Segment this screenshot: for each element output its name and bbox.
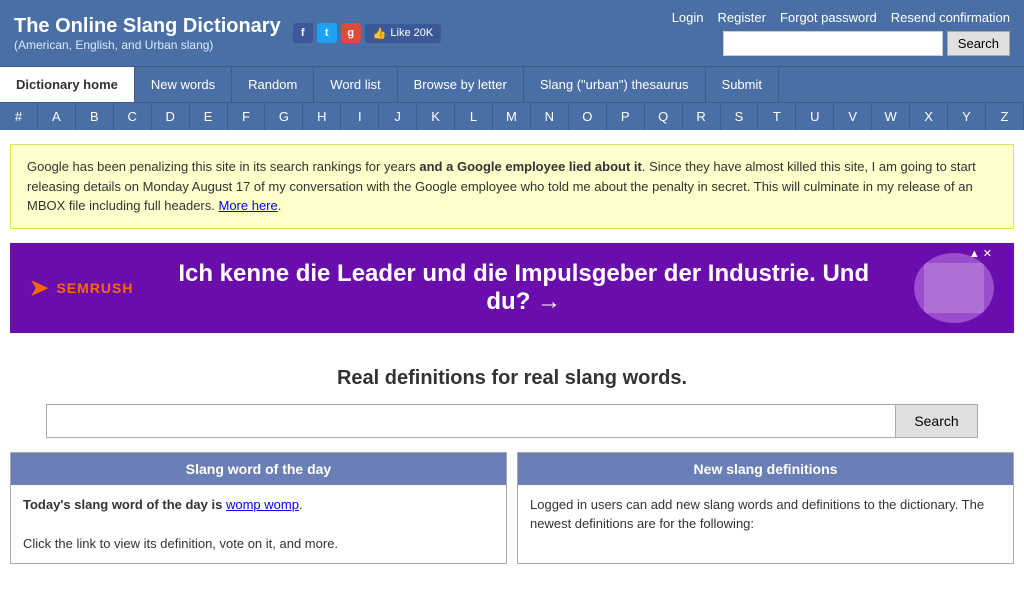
register-link[interactable]: Register — [718, 10, 766, 25]
letter-t[interactable]: T — [758, 103, 796, 130]
slang-word-of-day-header: Slang word of the day — [11, 453, 506, 485]
header-search: Search — [723, 31, 1010, 56]
site-title: The Online Slang Dictionary — [14, 14, 281, 38]
letter-v[interactable]: V — [834, 103, 872, 130]
like-button[interactable]: 👍 Like 20K — [365, 24, 442, 43]
notice-period: . — [278, 198, 282, 213]
word-of-day-link[interactable]: womp womp — [226, 497, 299, 512]
resend-confirmation-link[interactable]: Resend confirmation — [891, 10, 1010, 25]
letter-e[interactable]: E — [190, 103, 228, 130]
word-of-day-prefix: Today's slang word of the day is — [23, 497, 226, 512]
notice-text-plain: Google has been penalizing this site in … — [27, 159, 419, 174]
letter-s[interactable]: S — [721, 103, 759, 130]
letter-q[interactable]: Q — [645, 103, 683, 130]
letter-y[interactable]: Y — [948, 103, 986, 130]
nav-submit[interactable]: Submit — [706, 67, 779, 102]
letter-z[interactable]: Z — [986, 103, 1024, 130]
header-left: The Online Slang Dictionary (American, E… — [14, 14, 441, 52]
letter-bar: # A B C D E F G H I J K L M N O P Q R S … — [0, 102, 1024, 130]
letter-r[interactable]: R — [683, 103, 721, 130]
slang-word-of-day-body: Today's slang word of the day is womp wo… — [11, 485, 506, 564]
site-subtitle: (American, English, and Urban slang) — [14, 38, 281, 52]
nav-random[interactable]: Random — [232, 67, 314, 102]
letter-m[interactable]: M — [493, 103, 531, 130]
facebook-icon[interactable]: f — [293, 23, 313, 43]
nav-word-list[interactable]: Word list — [314, 67, 397, 102]
header-links: Login Register Forgot password Resend co… — [672, 10, 1010, 25]
forgot-password-link[interactable]: Forgot password — [780, 10, 877, 25]
letter-l[interactable]: L — [455, 103, 493, 130]
letter-p[interactable]: P — [607, 103, 645, 130]
letter-d[interactable]: D — [152, 103, 190, 130]
googleplus-icon[interactable]: g — [341, 23, 361, 43]
ad-logo: ➤ SEMRUSH — [30, 275, 133, 301]
site-header: The Online Slang Dictionary (American, E… — [0, 0, 1024, 66]
letter-j[interactable]: J — [379, 103, 417, 130]
social-icons: f t g 👍 Like 20K — [293, 23, 442, 43]
letter-u[interactable]: U — [796, 103, 834, 130]
letter-f[interactable]: F — [228, 103, 266, 130]
letter-k[interactable]: K — [417, 103, 455, 130]
letter-i[interactable]: I — [341, 103, 379, 130]
new-slang-definitions-header: New slang definitions — [518, 453, 1013, 485]
notice-text-bold: and a Google employee lied about it — [419, 159, 641, 174]
letter-x[interactable]: X — [910, 103, 948, 130]
notice-more-link[interactable]: More here — [218, 198, 277, 213]
notice-box: Google has been penalizing this site in … — [10, 144, 1014, 229]
twitter-icon[interactable]: t — [317, 23, 337, 43]
header-right: Login Register Forgot password Resend co… — [672, 10, 1010, 56]
nav-thesaurus[interactable]: Slang ("urban") thesaurus — [524, 67, 706, 102]
site-title-block: The Online Slang Dictionary (American, E… — [14, 14, 281, 52]
letter-w[interactable]: W — [872, 103, 910, 130]
letter-h[interactable]: H — [303, 103, 341, 130]
letter-o[interactable]: O — [569, 103, 607, 130]
ad-banner: ▲ ✕ ➤ SEMRUSH Ich kenne die Leader und d… — [10, 243, 1014, 333]
ad-tagline: Ich kenne die Leader und die Impulsgeber… — [133, 260, 914, 316]
page-heading: Real definitions for real slang words. — [10, 367, 1014, 390]
main-search-button[interactable]: Search — [896, 404, 977, 438]
ad-visual — [914, 253, 994, 323]
nav-new-words[interactable]: New words — [135, 67, 232, 102]
letter-hash[interactable]: # — [0, 103, 38, 130]
header-search-input[interactable] — [723, 31, 943, 56]
nav-dictionary-home[interactable]: Dictionary home — [0, 67, 135, 102]
letter-a[interactable]: A — [38, 103, 76, 130]
nav-bar: Dictionary home New words Random Word li… — [0, 66, 1024, 102]
letter-c[interactable]: C — [114, 103, 152, 130]
header-search-button[interactable]: Search — [947, 31, 1010, 56]
new-slang-definitions-card: New slang definitions Logged in users ca… — [517, 452, 1014, 565]
ad-close[interactable]: ▲ ✕ — [969, 247, 992, 260]
letter-g[interactable]: G — [265, 103, 303, 130]
letter-b[interactable]: B — [76, 103, 114, 130]
main-search-input[interactable] — [46, 404, 896, 438]
slang-word-of-day-card: Slang word of the day Today's slang word… — [10, 452, 507, 565]
login-link[interactable]: Login — [672, 10, 704, 25]
letter-n[interactable]: N — [531, 103, 569, 130]
word-of-day-extra: Click the link to view its definition, v… — [23, 536, 338, 551]
ad-visual-inner — [924, 263, 984, 313]
word-of-day-period: . — [299, 497, 303, 512]
ad-logo-icon: ➤ — [30, 275, 48, 301]
nav-browse-by-letter[interactable]: Browse by letter — [398, 67, 524, 102]
new-slang-body-text: Logged in users can add new slang words … — [530, 497, 984, 532]
cards: Slang word of the day Today's slang word… — [10, 452, 1014, 565]
main-search: Search — [10, 404, 1014, 438]
new-slang-definitions-body: Logged in users can add new slang words … — [518, 485, 1013, 544]
main-content: Real definitions for real slang words. S… — [0, 347, 1024, 565]
ad-logo-text: SEMRUSH — [56, 280, 133, 296]
